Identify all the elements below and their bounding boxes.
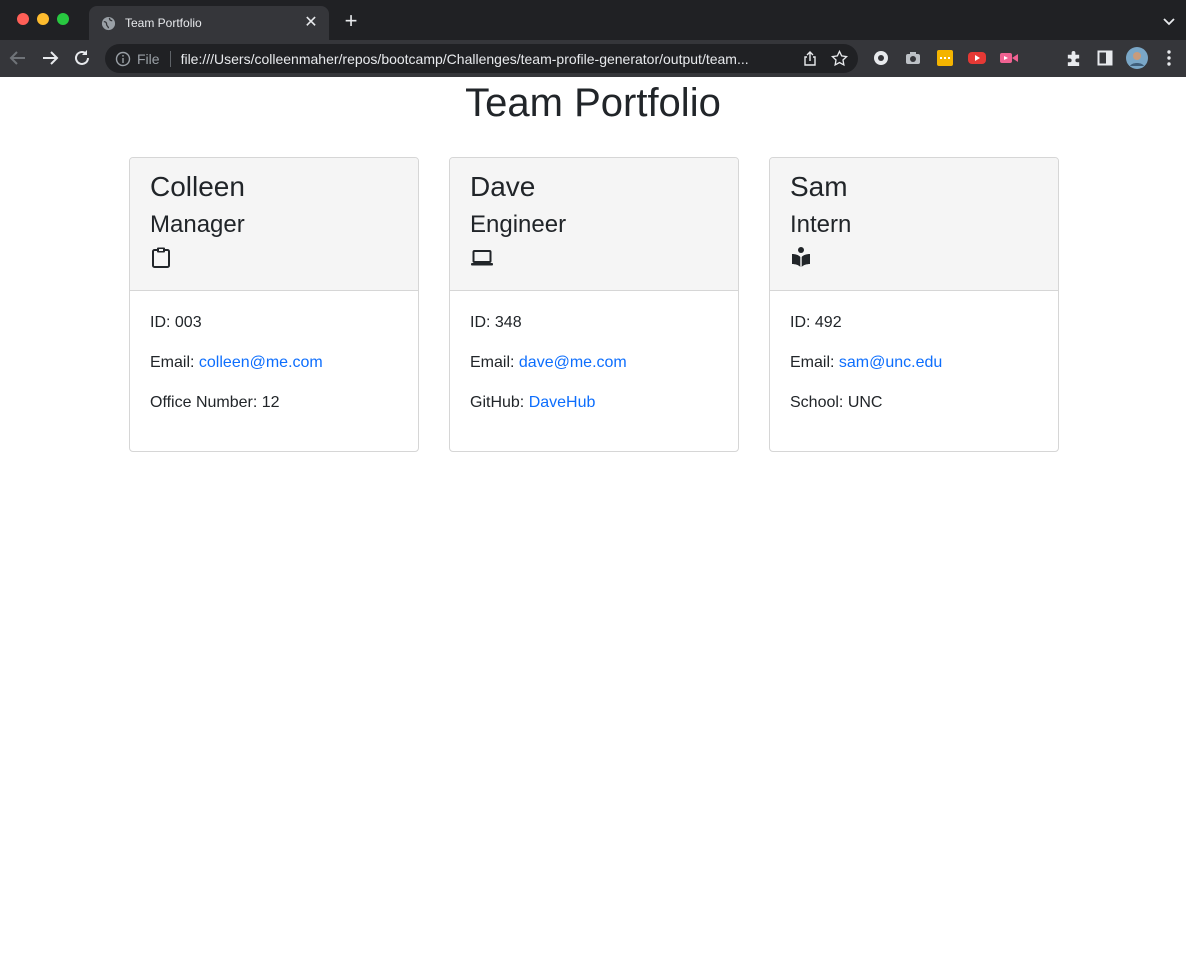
notes-extension-icon[interactable]	[936, 49, 954, 67]
laptop-icon	[470, 246, 493, 268]
employee-id: ID: 348	[470, 313, 718, 333]
clipboard-icon	[150, 246, 172, 268]
extension-1-icon[interactable]	[872, 49, 890, 67]
profile-avatar[interactable]	[1126, 47, 1148, 69]
reload-icon	[75, 50, 89, 65]
email-label: Email:	[790, 354, 839, 371]
employee-role: Manager	[150, 211, 245, 238]
email-label: Email:	[150, 354, 199, 371]
id-label: ID:	[150, 314, 175, 331]
employee-name: Colleen	[150, 171, 245, 202]
email-link[interactable]: dave@me.com	[519, 354, 627, 371]
office-number: Office Number: 12	[150, 393, 398, 413]
star-icon[interactable]	[830, 49, 849, 67]
id-label: ID:	[790, 314, 815, 331]
github-profile: GitHub: DaveHub	[470, 393, 718, 413]
card-body: ID: 348 Email: dave@me.com GitHub: DaveH…	[450, 291, 738, 413]
office-number-label: Office Number:	[150, 394, 262, 411]
browser-toolbar: File file:///Users/colleenmaher/repos/bo…	[0, 40, 1186, 77]
maximize-window-button[interactable]	[57, 13, 69, 25]
id-value: 348	[494, 314, 522, 331]
card-header: Dave Engineer	[450, 158, 738, 291]
school: School: UNC	[790, 393, 1038, 413]
new-tab-button[interactable]: +	[340, 10, 362, 32]
url-separator	[169, 50, 171, 67]
forward-icon	[43, 51, 59, 65]
employee-role: Intern	[790, 211, 852, 238]
tab-title: Team Portfolio	[125, 16, 202, 30]
book-reader-icon	[790, 246, 812, 268]
tab-team-portfolio[interactable]: Team Portfolio ✕	[89, 6, 329, 40]
page-content: Team Portfolio Colleen Manager ID: 003 E…	[0, 77, 1186, 977]
reload-button[interactable]	[72, 48, 92, 68]
card-header: Sam Intern	[770, 158, 1058, 291]
url-text[interactable]: file:///Users/colleenmaher/repos/bootcam…	[181, 51, 793, 67]
extensions-icon[interactable]	[1064, 49, 1082, 67]
video-extension-icon[interactable]	[968, 49, 986, 67]
employee-card-engineer: Dave Engineer ID: 348 Email: dave@me.com…	[449, 157, 739, 452]
employee-email: Email: sam@unc.edu	[790, 353, 1038, 373]
tab-bar: Team Portfolio ✕ +	[0, 0, 1186, 40]
employee-email: Email: colleen@me.com	[150, 353, 398, 373]
back-icon	[9, 51, 25, 65]
employee-name: Dave	[470, 171, 536, 202]
more-icon[interactable]	[1160, 49, 1178, 67]
url-scheme-label: File	[137, 50, 160, 67]
id-value: 492	[814, 314, 842, 331]
email-link[interactable]: colleen@me.com	[199, 354, 323, 371]
employee-id: ID: 492	[790, 313, 1038, 333]
camera-extension-icon[interactable]	[904, 49, 922, 67]
tab-search-icon[interactable]	[1162, 14, 1176, 28]
side-panel-icon[interactable]	[1096, 49, 1114, 67]
window-controls	[17, 13, 69, 25]
email-link[interactable]: sam@unc.edu	[839, 354, 942, 371]
tab-close-icon[interactable]: ✕	[303, 15, 319, 31]
github-label: GitHub:	[470, 394, 529, 411]
employee-card-intern: Sam Intern ID: 492 Email: sam@unc.edu Sc…	[769, 157, 1059, 452]
share-icon[interactable]	[802, 51, 818, 67]
minimize-window-button[interactable]	[37, 13, 49, 25]
page-title: Team Portfolio	[465, 81, 721, 125]
card-header: Colleen Manager	[130, 158, 418, 291]
employee-email: Email: dave@me.com	[470, 353, 718, 373]
info-icon[interactable]	[115, 51, 131, 67]
employee-card-manager: Colleen Manager ID: 003 Email: colleen@m…	[129, 157, 419, 452]
close-window-button[interactable]	[17, 13, 29, 25]
globe-icon	[101, 16, 116, 31]
school-value: UNC	[847, 394, 883, 411]
school-label: School:	[790, 394, 848, 411]
employee-id: ID: 003	[150, 313, 398, 333]
email-label: Email:	[470, 354, 519, 371]
card-body: ID: 003 Email: colleen@me.com Office Num…	[130, 291, 418, 413]
record-extension-icon[interactable]	[1000, 49, 1018, 67]
id-label: ID:	[470, 314, 495, 331]
github-link[interactable]: DaveHub	[529, 394, 596, 411]
office-number-value: 12	[261, 394, 280, 411]
employee-role: Engineer	[470, 211, 567, 238]
id-value: 003	[174, 314, 202, 331]
browser-chrome: Team Portfolio ✕ + File file:///Users/co…	[0, 0, 1186, 77]
team-cards: Colleen Manager ID: 003 Email: colleen@m…	[129, 157, 1059, 452]
address-bar[interactable]: File file:///Users/colleenmaher/repos/bo…	[105, 44, 858, 73]
forward-button[interactable]	[40, 48, 60, 68]
back-button[interactable]	[8, 48, 28, 68]
employee-name: Sam	[790, 171, 848, 202]
card-body: ID: 492 Email: sam@unc.edu School: UNC	[770, 291, 1058, 413]
